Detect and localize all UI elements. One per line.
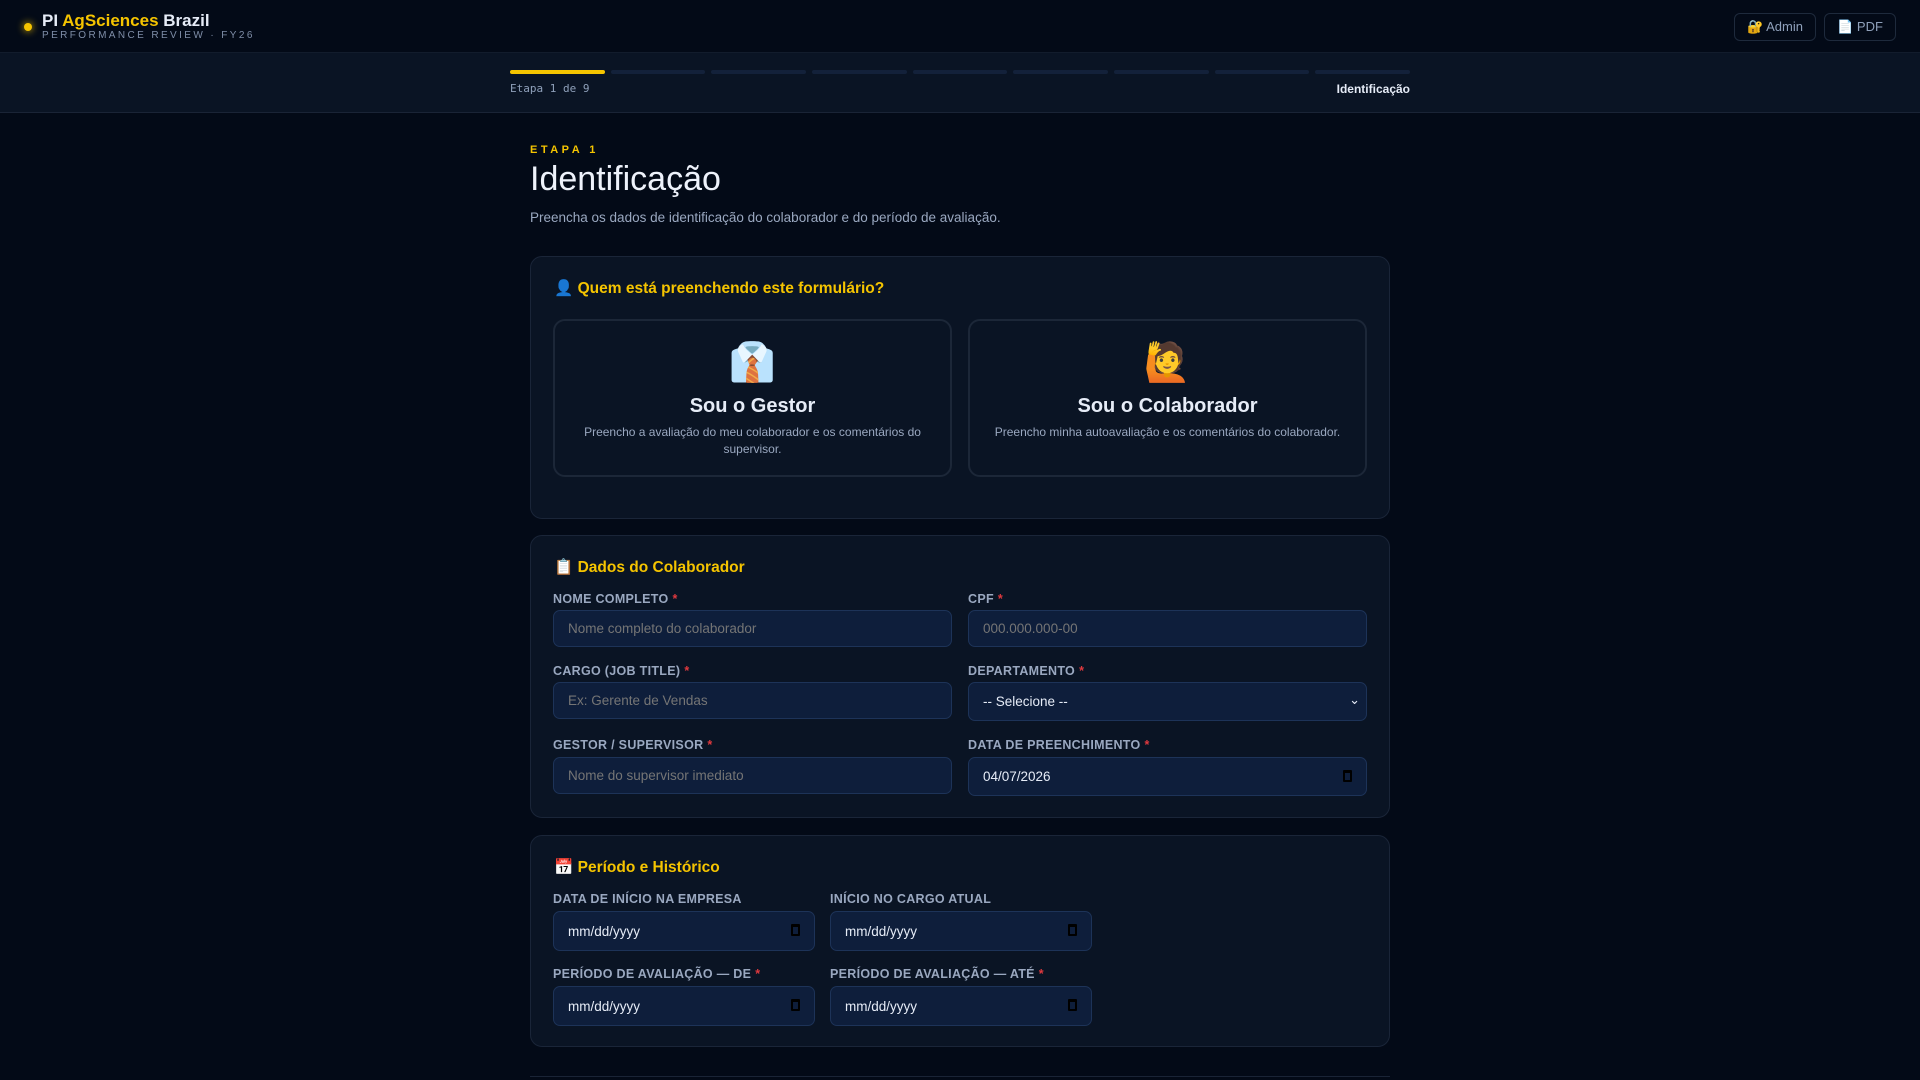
date-value: mm/dd/yyyy <box>568 998 641 1014</box>
departamento-label: DEPARTAMENTO * <box>968 664 1085 678</box>
cpf-input[interactable] <box>968 610 1367 647</box>
brand-title: PI AgSciences Brazil <box>42 11 210 31</box>
progress-segment <box>912 70 1008 74</box>
date-value: mm/dd/yyyy <box>845 923 918 939</box>
date-value: 04/07/2026 <box>983 769 1051 784</box>
nome-label: NOME COMPLETO * <box>553 592 678 606</box>
progress-segment <box>610 70 706 74</box>
role-title: Sou o Colaborador <box>1077 395 1258 417</box>
progress-segment <box>1114 70 1209 74</box>
cpf-label: CPF * <box>968 592 1004 606</box>
step-eyebrow: ETAPA 1 <box>530 144 599 156</box>
date-value: mm/dd/yyyy <box>568 923 641 939</box>
progress-segment <box>510 70 605 74</box>
calendar-icon[interactable] <box>1068 924 1077 936</box>
gestor-label: GESTOR / SUPERVISOR * <box>553 738 713 752</box>
who-card: 👤 Quem está preenchendo este formulário?… <box>530 256 1390 519</box>
calendar-icon[interactable] <box>791 999 800 1011</box>
progress-segment <box>1214 70 1310 74</box>
calendar-icon[interactable] <box>1068 999 1077 1011</box>
progress-area: Etapa 1 de 9 Identificação <box>0 53 1920 113</box>
inicio-empresa-label: DATA DE INÍCIO NA EMPRESA <box>553 892 742 906</box>
progress-segment <box>812 70 907 74</box>
necktie-icon: 👔 <box>728 342 777 384</box>
brand-accent: AgSciences <box>62 11 159 30</box>
progress-segment <box>1315 70 1411 74</box>
cargo-input[interactable] <box>553 682 952 719</box>
departamento-select[interactable]: -- Selecione -- ⌄ <box>968 682 1367 721</box>
brand-pre: PI <box>42 11 63 30</box>
data-preenchimento-label: DATA DE PREENCHIMENTO * <box>968 738 1150 752</box>
periodo-ate-input[interactable]: mm/dd/yyyy <box>830 986 1092 1026</box>
inicio-empresa-input[interactable]: mm/dd/yyyy <box>553 911 815 951</box>
page-title: Identificação <box>530 160 721 198</box>
date-value: mm/dd/yyyy <box>845 998 918 1014</box>
top-bar: PI AgSciences Brazil PERFORMANCE REVIEW … <box>0 0 1920 53</box>
brand-subtitle: PERFORMANCE REVIEW · FY26 <box>42 30 255 41</box>
select-value: -- Selecione -- <box>983 694 1068 709</box>
periodo-de-label: PERÍODO DE AVALIAÇÃO — DE * <box>553 967 761 981</box>
nome-input[interactable] <box>553 610 952 647</box>
role-desc: Preencho a avaliação do meu colaborador … <box>584 425 921 456</box>
progress-segment <box>711 70 807 74</box>
role-option-gestor[interactable]: 👔 Sou o Gestor Preencho a avaliação do m… <box>553 319 952 477</box>
dados-heading: 📋 Dados do Colaborador <box>554 559 745 576</box>
role-desc: Preencho minha autoavaliação e os coment… <box>994 425 1341 439</box>
chevron-down-icon: ⌄ <box>1349 692 1360 707</box>
dados-card: 📋 Dados do Colaborador NOME COMPLETO* CP… <box>530 535 1390 818</box>
status-dot-icon <box>24 23 32 31</box>
who-heading: 👤 Quem está preenchendo este formulário? <box>554 280 885 297</box>
page-description: Preencha os dados de identificação do co… <box>530 210 1001 225</box>
cargo-label: CARGO (JOB TITLE) * <box>553 664 690 678</box>
progress-bar <box>510 70 1411 74</box>
data-preenchimento-input[interactable]: 04/07/2026 <box>968 757 1367 796</box>
pdf-button[interactable]: 📄 PDF <box>1824 13 1896 41</box>
admin-button[interactable]: 🔐 Admin <box>1734 13 1816 41</box>
progress-label: Etapa 1 de 9 <box>510 82 590 95</box>
inicio-cargo-input[interactable]: mm/dd/yyyy <box>830 911 1092 951</box>
periodo-heading: 📅 Período e Histórico <box>554 859 720 876</box>
calendar-icon[interactable] <box>791 924 800 936</box>
calendar-icon[interactable] <box>1343 770 1352 782</box>
periodo-de-input[interactable]: mm/dd/yyyy <box>553 986 815 1026</box>
periodo-ate-label: PERÍODO DE AVALIAÇÃO — ATÉ * <box>830 967 1044 981</box>
brand-post: Brazil <box>158 11 210 30</box>
progress-segment <box>1013 70 1109 74</box>
role-option-colaborador[interactable]: 🙋 Sou o Colaborador Preencho minha autoa… <box>968 319 1367 477</box>
inicio-cargo-label: INÍCIO NO CARGO ATUAL <box>830 892 992 906</box>
raising-hand-icon: 🙋 <box>1143 342 1192 384</box>
periodo-card: 📅 Período e Histórico DATA DE INÍCIO NA … <box>530 835 1390 1047</box>
role-title: Sou o Gestor <box>689 395 816 417</box>
divider <box>530 1076 1390 1077</box>
gestor-input[interactable] <box>553 757 952 794</box>
progress-step-name: Identificação <box>1336 82 1410 96</box>
